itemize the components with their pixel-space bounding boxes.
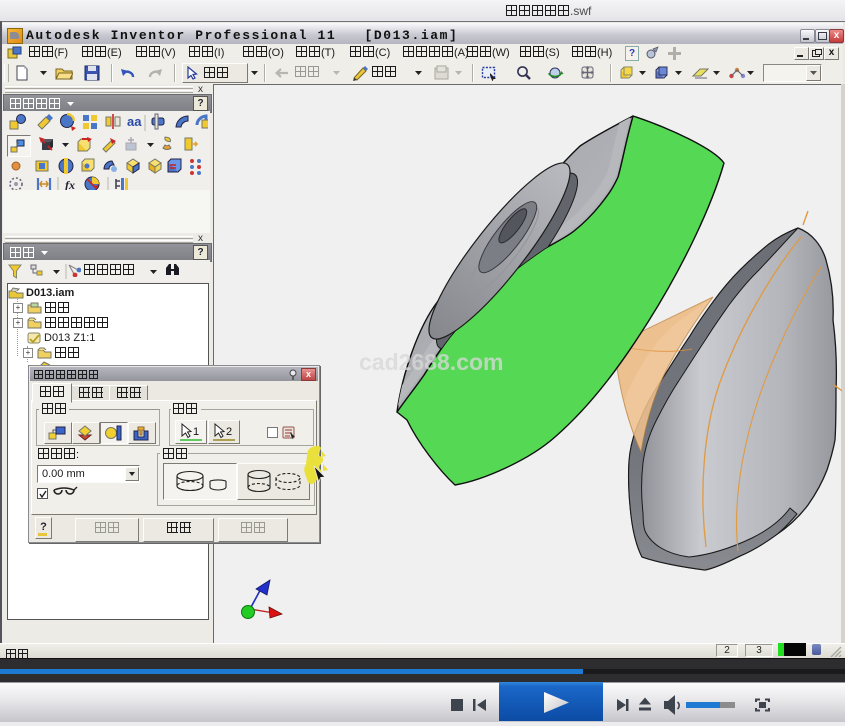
svg-text:1: 1 <box>193 426 199 438</box>
svg-text:2: 2 <box>226 426 232 438</box>
svg-text:aa: aa <box>127 114 142 129</box>
svg-text:cad2688.com: cad2688.com <box>359 349 503 375</box>
